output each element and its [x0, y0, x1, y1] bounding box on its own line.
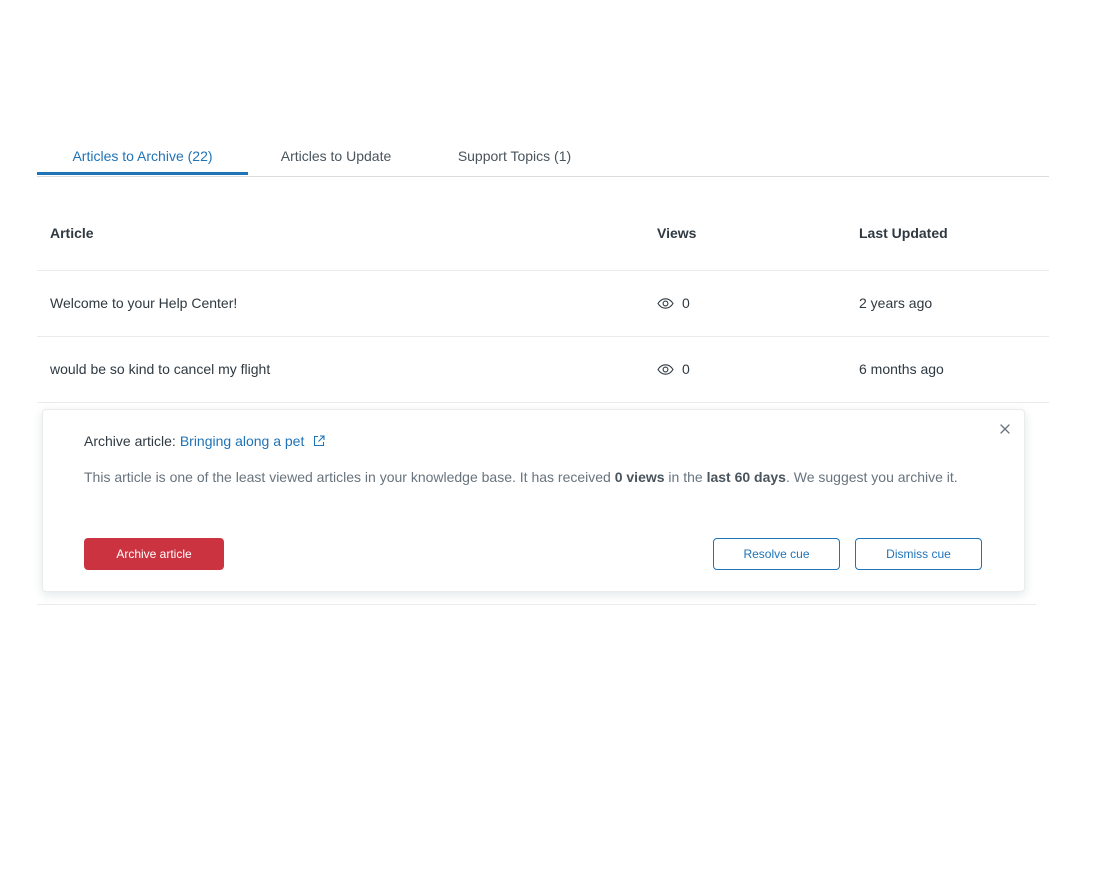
article-title: would be so kind to cancel my flight [50, 361, 271, 377]
views-cell: 0 [657, 295, 690, 311]
article-link[interactable]: Bringing along a pet [180, 433, 305, 449]
table-header: Article Views Last Updated [37, 200, 1049, 271]
tab-bar: Articles to Archive (22) Articles to Upd… [37, 138, 1049, 177]
close-icon[interactable] [998, 422, 1012, 436]
cue-title: Archive article: Bringing along a pet [84, 433, 325, 449]
cue-body-text: . We suggest you archive it. [785, 469, 958, 485]
views-cell: 0 [657, 361, 690, 377]
eye-icon [657, 363, 674, 375]
column-header-views[interactable]: Views [657, 225, 696, 241]
table-row[interactable]: Welcome to your Help Center! 0 2 years a… [37, 271, 1049, 337]
archive-cue-card: Archive article: Bringing along a pet Th… [42, 409, 1025, 592]
page: Articles to Archive (22) Articles to Upd… [0, 0, 1100, 880]
resolve-cue-button[interactable]: Resolve cue [713, 538, 840, 570]
external-link-icon[interactable] [313, 435, 325, 447]
tab-articles-to-update[interactable]: Articles to Update [261, 138, 411, 175]
cue-body-text: This article is one of the least viewed … [84, 469, 615, 485]
dismiss-cue-button[interactable]: Dismiss cue [855, 538, 982, 570]
table-row[interactable]: would be so kind to cancel my flight 0 6… [37, 337, 1049, 403]
cue-body-views: 0 views [614, 469, 665, 485]
views-count: 0 [682, 295, 690, 311]
cue-body-text: in the [664, 469, 707, 485]
divider [37, 604, 1036, 605]
cue-body-period: last 60 days [706, 469, 786, 485]
tab-articles-to-archive[interactable]: Articles to Archive (22) [37, 138, 248, 175]
last-updated: 2 years ago [859, 295, 933, 311]
cue-description: This article is one of the least viewed … [84, 468, 974, 487]
cue-title-prefix: Archive article: [84, 433, 176, 449]
archive-article-button[interactable]: Archive article [84, 538, 224, 570]
last-updated: 6 months ago [859, 361, 944, 377]
views-count: 0 [682, 361, 690, 377]
tab-support-topics[interactable]: Support Topics (1) [437, 138, 592, 175]
article-title: Welcome to your Help Center! [50, 295, 238, 311]
column-header-article[interactable]: Article [50, 225, 94, 241]
column-header-last-updated[interactable]: Last Updated [859, 225, 948, 241]
eye-icon [657, 297, 674, 309]
